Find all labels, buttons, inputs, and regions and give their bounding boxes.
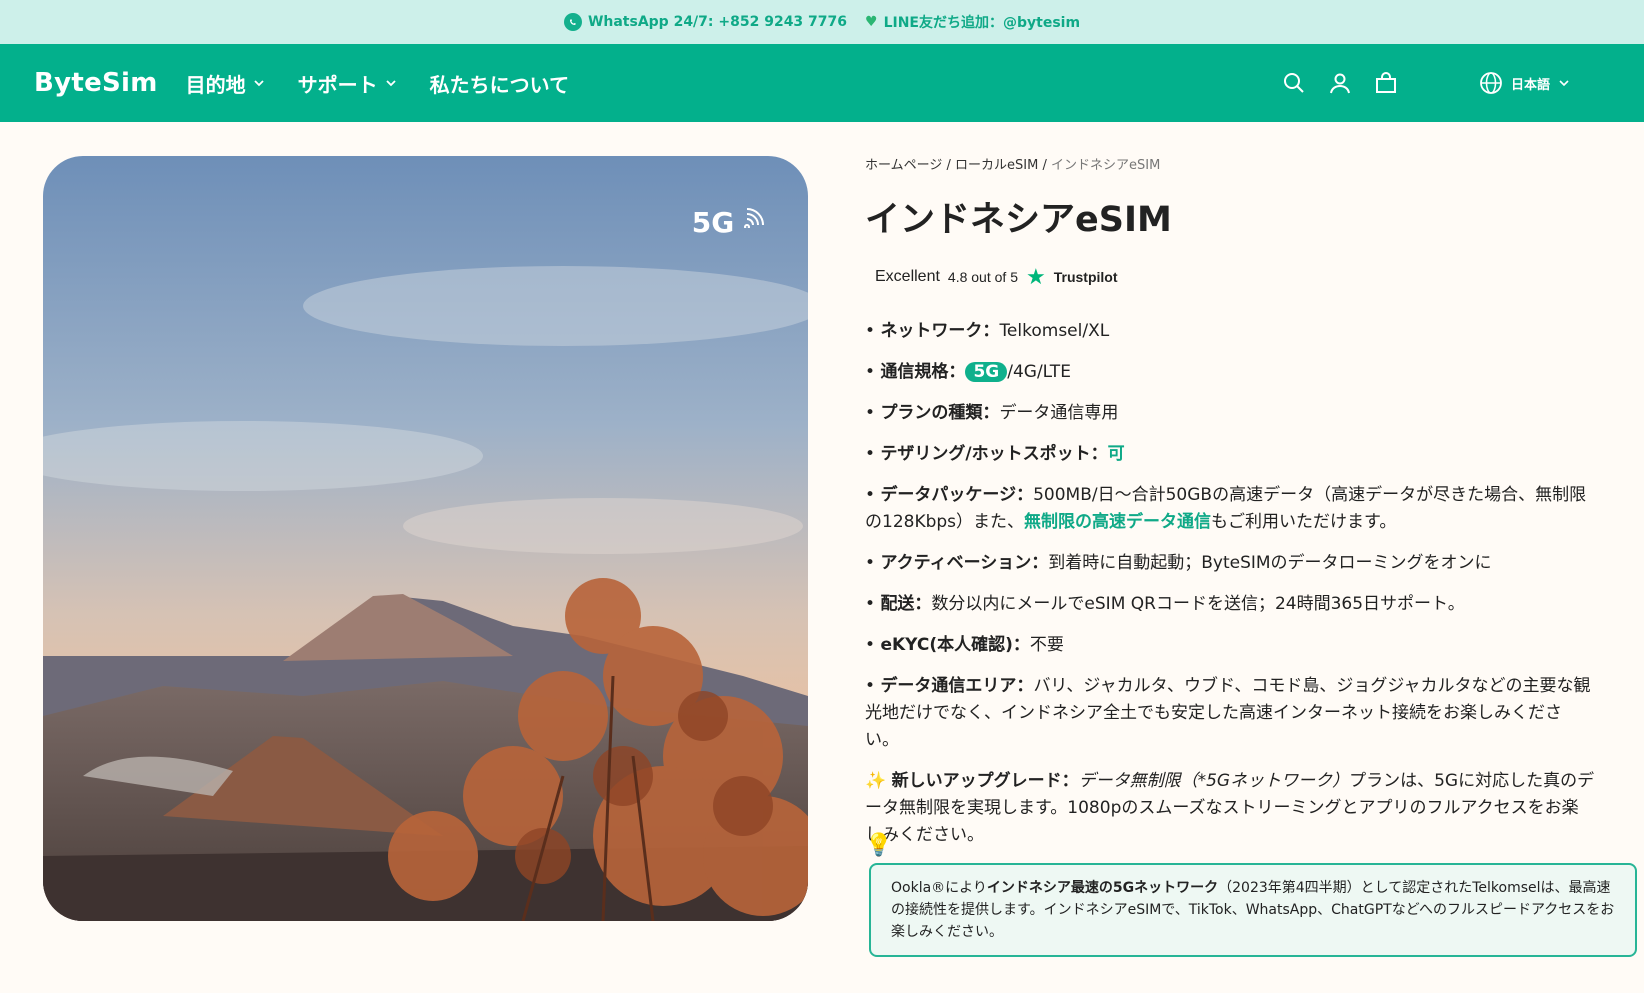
feature-area: • データ通信エリア：バリ、ジャカルタ、ウブド、コモド島、ジョグジャカルタなどの…	[865, 676, 1591, 750]
feature-label: データ通信エリア：	[880, 676, 1034, 696]
feature-delivery: • 配送：数分以内にメールでeSIM QRコードを送信；24時間365日サポート…	[865, 594, 1465, 614]
heart-icon: ♥	[865, 14, 878, 30]
feature-label: プランの種類：	[880, 403, 1000, 423]
feature-label: 通信規格：	[880, 362, 966, 382]
nav-item-label: サポート	[297, 72, 378, 97]
volcano-landscape-image	[43, 156, 808, 921]
feature-activation: • アクティベーション：到着時に自動起動；ByteSIMのデータローミングをオン…	[865, 553, 1492, 573]
trustpilot-brand: Trustpilot	[1053, 269, 1118, 285]
feature-value: 数分以内にメールでeSIM QRコードを送信；24時間365日サポート。	[931, 594, 1465, 614]
feature-label: eKYC(本人確認)：	[880, 635, 1030, 655]
feature-italic: データ無制限（*5Gネットワーク）	[1078, 771, 1350, 791]
feature-value: /4G/LTE	[1007, 362, 1071, 382]
feature-value: 可	[1107, 444, 1125, 464]
feature-value: 不要	[1029, 635, 1064, 655]
feature-label: 配送：	[880, 594, 932, 614]
feature-upgrade: ✨ 新しいアップグレード：データ無制限（*5Gネットワーク）プランは、5Gに対応…	[865, 768, 1595, 849]
feature-network: • ネットワーク：Telkomsel/XL	[865, 321, 1110, 341]
note-bold: インドネシア最速の5Gネットワーク	[986, 880, 1219, 896]
logo[interactable]: ByteSim	[34, 68, 158, 98]
nav-item-label: 私たちについて	[429, 72, 570, 97]
language-label: 日本語	[1510, 77, 1550, 93]
globe-icon	[1480, 72, 1502, 94]
page-title: インドネシアeSIM	[865, 200, 1172, 240]
lightbulb-icon: 💡	[865, 833, 893, 858]
ookla-note: 💡 Ookla®によりインドネシア最速の5Gネットワーク（2023年第4四半期）…	[865, 835, 1637, 957]
breadcrumb-home[interactable]: ホームページ	[865, 158, 942, 173]
language-selector[interactable]: 日本語	[1479, 71, 1570, 95]
5g-badge: 5G	[692, 206, 766, 239]
nav-item-destinations[interactable]: 目的地	[186, 69, 266, 98]
main-nav: ByteSim 目的地 サポート 私たちについて 日本語	[0, 44, 1644, 122]
feature-value: もご利用いただけます。	[1211, 512, 1397, 532]
feature-ekyc: • eKYC(本人確認)：不要	[865, 635, 1064, 655]
5g-badge-text: 5G	[691, 206, 735, 239]
whatsapp-contact[interactable]: WhatsApp 24/7: +852 9243 7776	[563, 13, 848, 31]
chevron-down-icon	[1559, 80, 1569, 87]
unlimited-link[interactable]: 無制限の高速データ通信	[1024, 512, 1211, 532]
line-text: LINE友だち追加：@bytesim	[883, 15, 1081, 31]
chevron-down-icon	[254, 80, 264, 87]
breadcrumb-local-esim[interactable]: ローカルeSIM	[955, 158, 1038, 173]
star-icon: ★	[1025, 264, 1046, 289]
feature-package: • データパッケージ：500MB/日〜合計50GBの高速データ（高速データが尽き…	[865, 485, 1587, 532]
feature-value: データ通信専用	[999, 403, 1119, 423]
trustpilot-widget[interactable]: Excellent 4.8 out of 5 ★ Trustpilot	[875, 264, 1595, 290]
breadcrumb-separator: /	[946, 158, 951, 173]
nav-item-label: 目的地	[185, 72, 246, 97]
search-icon[interactable]	[1281, 70, 1307, 96]
feature-label: アクティベーション：	[880, 553, 1049, 573]
breadcrumb-separator: /	[1042, 158, 1047, 173]
whatsapp-text: WhatsApp 24/7: +852 9243 7776	[587, 14, 848, 30]
feature-value: Telkomsel/XL	[999, 321, 1110, 341]
feature-plan: • プランの種類：データ通信専用	[865, 403, 1119, 423]
account-icon[interactable]	[1327, 70, 1353, 96]
line-contact[interactable]: ♥ LINE友だち追加：@bytesim	[865, 12, 1080, 32]
feature-value: 到着時に自動起動；ByteSIMのデータローミングをオンに	[1048, 553, 1492, 573]
breadcrumb-current: インドネシアeSIM	[1051, 158, 1161, 173]
feature-standard: • 通信規格： 5G/4G/LTE	[865, 362, 1071, 382]
feature-label: テザリング/ホットスポット：	[880, 444, 1108, 464]
announcement-bar: WhatsApp 24/7: +852 9243 7776 ♥ LINE友だち追…	[0, 0, 1644, 44]
feature-label: ネットワーク：	[880, 321, 1000, 341]
chevron-down-icon	[386, 80, 396, 87]
product-image: 5G	[43, 156, 808, 921]
sparkle-icon: ✨	[865, 771, 887, 791]
feature-tethering: • テザリング/ホットスポット：可	[865, 444, 1125, 464]
whatsapp-icon	[563, 13, 582, 31]
nav-item-about[interactable]: 私たちについて	[430, 69, 569, 98]
feature-label: データパッケージ：	[880, 485, 1034, 505]
nav-item-support[interactable]: サポート	[298, 69, 398, 98]
trustpilot-rating-word: Excellent	[875, 268, 940, 285]
5g-pill: 5G	[965, 362, 1008, 382]
trustpilot-score: 4.8 out of 5	[947, 269, 1018, 285]
product-info: ホームページ / ローカルeSIM / インドネシアeSIM インドネシアeSI…	[865, 154, 1637, 957]
signal-icon	[744, 208, 764, 230]
cart-icon[interactable]	[1373, 70, 1399, 96]
breadcrumb: ホームページ / ローカルeSIM / インドネシアeSIM	[865, 154, 1595, 173]
feature-label: 新しいアップグレード：	[891, 771, 1079, 791]
note-text: Ookla®により	[891, 880, 987, 896]
